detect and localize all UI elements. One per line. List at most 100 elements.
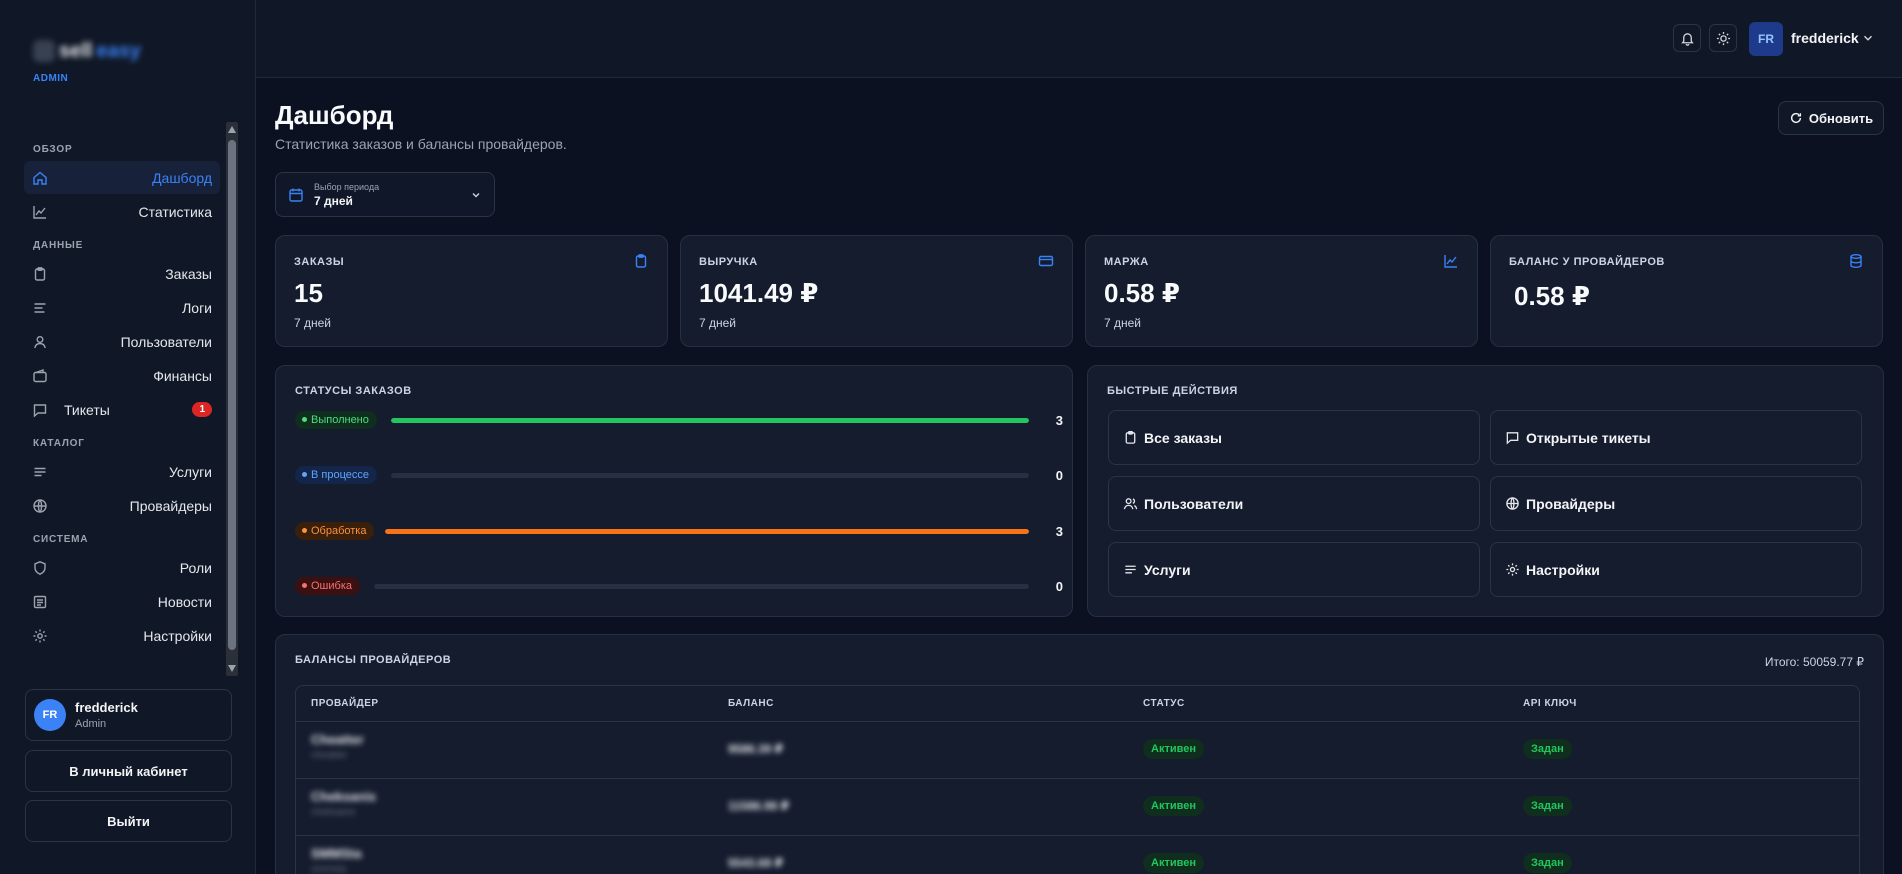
sidebar-scrollbar[interactable]: [226, 122, 238, 676]
quick-action-label: Провайдеры: [1526, 495, 1616, 512]
status-bar: [385, 528, 1029, 534]
clipboard-icon: [1125, 431, 1136, 444]
sidebar-item-settings[interactable]: Настройки: [24, 619, 220, 652]
column-header: СТАТУС: [1143, 698, 1185, 709]
column-header: ПРОВАЙДЕР: [311, 698, 379, 709]
sidebar-item-roles[interactable]: Роли: [24, 551, 220, 584]
quick-action-label: Настройки: [1526, 561, 1600, 578]
column-header: БАЛАНС: [728, 698, 774, 709]
sidebar-item-providers[interactable]: Провайдеры: [24, 489, 220, 522]
period-select[interactable]: Выбор периода 7 дней: [275, 172, 495, 217]
period-caption: Выбор периода: [314, 181, 380, 192]
lines-icon: [34, 467, 46, 476]
quick-action-label: Открытые тикеты: [1526, 429, 1651, 446]
services-button[interactable]: Услуги: [1108, 542, 1480, 597]
scrollbar-thumb[interactable]: [228, 140, 236, 650]
table-row[interactable]: Cheatter cheatter 9586.39 ₽ Активен Зада…: [296, 721, 1859, 778]
sun-icon: [1716, 31, 1730, 45]
scroll-down-arrow-icon[interactable]: [228, 665, 236, 672]
quick-action-label: Все заказы: [1144, 429, 1223, 446]
section-title: СТАТУСЫ ЗАКАЗОВ: [295, 385, 412, 397]
wallet-icon: [33, 368, 47, 382]
user-name: fredderick: [75, 700, 138, 715]
refresh-icon: [1790, 112, 1801, 124]
order-statuses-card: СТАТУСЫ ЗАКАЗОВ Выполнено 3 В процессе 0…: [275, 365, 1073, 617]
calendar-icon: [289, 188, 303, 202]
cabinet-button[interactable]: В личный кабинет: [25, 750, 232, 792]
stat-card-revenue: ВЫРУЧКА 1041.49 ₽ 7 дней: [680, 235, 1073, 347]
status-count: 0: [1055, 467, 1063, 483]
top-bar: [256, 0, 1902, 78]
sidebar-item-finance[interactable]: Финансы: [24, 359, 220, 392]
users-button[interactable]: Пользователи: [1108, 476, 1480, 531]
sidebar-item-stats[interactable]: Статистика: [24, 195, 220, 228]
notifications-button[interactable]: [1673, 24, 1701, 52]
header-avatar[interactable]: FR: [1749, 22, 1783, 56]
lines-icon: [1125, 565, 1136, 574]
stat-value: 0.58 ₽: [1514, 281, 1590, 311]
sidebar: sell easy ADMIN ОБЗОР Дашборд Статистика …: [0, 0, 256, 874]
nav-section-overview: ОБЗОР: [33, 144, 73, 155]
nav-section-catalog: КАТАЛОГ: [33, 438, 85, 449]
api-key-badge: Задан: [1523, 796, 1572, 816]
status-label: Ошибка: [311, 580, 352, 592]
status-pill: Обработка: [295, 522, 375, 540]
all-orders-button[interactable]: Все заказы: [1108, 410, 1480, 465]
line-chart-icon: [1444, 255, 1457, 268]
nav-section-data: ДАННЫЕ: [33, 240, 84, 251]
table-row[interactable]: Cheksanis cheksanis 11586.98 ₽ Активен З…: [296, 778, 1859, 835]
sidebar-item-dashboard[interactable]: Дашборд: [24, 161, 220, 194]
status-dot-icon: [302, 471, 307, 477]
gear-icon: [33, 629, 47, 642]
brand-logo[interactable]: sell easy: [33, 36, 148, 66]
settings-button[interactable]: Настройки: [1490, 542, 1862, 597]
status-bar: [390, 417, 1029, 423]
sidebar-nav: ОБЗОР Дашборд Статистика ДАННЫЕ Заказы Л…: [24, 130, 220, 653]
chevron-down-icon[interactable]: [1861, 31, 1875, 45]
sidebar-user-card[interactable]: FR fredderick Admin: [25, 689, 232, 741]
sidebar-item-label: Дашборд: [152, 169, 212, 186]
status-row-error: Ошибка 0: [295, 575, 1063, 597]
bell-icon: [1680, 32, 1694, 46]
sidebar-item-label: Роли: [179, 559, 212, 576]
section-title: БАЛАНСЫ ПРОВАЙДЕРОВ: [295, 654, 452, 666]
stat-card-orders: ЗАКАЗЫ 15 7 дней: [275, 235, 668, 347]
admin-tag: ADMIN: [33, 73, 69, 84]
newspaper-icon: [33, 595, 47, 608]
provider-table: ПРОВАЙДЕР БАЛАНС СТАТУС API КЛЮЧ Cheatte…: [295, 685, 1860, 874]
sidebar-item-label: Тикеты: [64, 401, 110, 418]
sidebar-item-logs[interactable]: Логи: [24, 291, 220, 324]
stat-value: 1041.49 ₽: [699, 278, 819, 308]
status-label: В процессе: [311, 469, 369, 481]
table-row[interactable]: SMMSta smmsta 5543.68 ₽ Активен Задан: [296, 835, 1859, 874]
section-title: БЫСТРЫЕ ДЕЙСТВИЯ: [1107, 385, 1238, 397]
message-square-icon: [1506, 432, 1519, 445]
sidebar-item-services[interactable]: Услуги: [24, 455, 220, 488]
open-tickets-button[interactable]: Открытые тикеты: [1490, 410, 1862, 465]
refresh-button[interactable]: Обновить: [1778, 101, 1884, 135]
header-username[interactable]: fredderick: [1791, 30, 1859, 46]
sidebar-item-tickets[interactable]: Тикеты 1: [24, 393, 220, 426]
credit-card-icon: [1038, 255, 1054, 267]
sidebar-item-orders[interactable]: Заказы: [24, 257, 220, 290]
shield-icon: [34, 560, 46, 575]
sidebar-item-label: Статистика: [138, 203, 212, 220]
quick-actions-card: БЫСТРЫЕ ДЕЙСТВИЯ Все заказы Открытые тик…: [1087, 365, 1884, 617]
providers-button[interactable]: Провайдеры: [1490, 476, 1862, 531]
stat-label: МАРЖА: [1104, 256, 1149, 268]
logo-mark-icon: [33, 40, 55, 62]
stat-label: БАЛАНС У ПРОВАЙДЕРОВ: [1509, 256, 1665, 268]
quick-action-label: Услуги: [1144, 561, 1191, 578]
stat-label: ЗАКАЗЫ: [294, 256, 345, 268]
sidebar-item-news[interactable]: Новости: [24, 585, 220, 618]
stat-card-provider-balance: БАЛАНС У ПРОВАЙДЕРОВ 0.58 ₽: [1490, 235, 1883, 347]
stat-sub: 7 дней: [1104, 316, 1142, 330]
scroll-up-arrow-icon[interactable]: [228, 126, 236, 133]
page-subtitle: Статистика заказов и балансы провайдеров…: [275, 136, 567, 152]
logout-button[interactable]: Выйти: [25, 800, 232, 842]
database-icon: [1850, 254, 1862, 269]
theme-toggle-button[interactable]: [1709, 24, 1737, 52]
list-icon: [34, 302, 46, 313]
sidebar-item-users[interactable]: Пользователи: [24, 325, 220, 358]
status-badge: Активен: [1143, 739, 1204, 759]
